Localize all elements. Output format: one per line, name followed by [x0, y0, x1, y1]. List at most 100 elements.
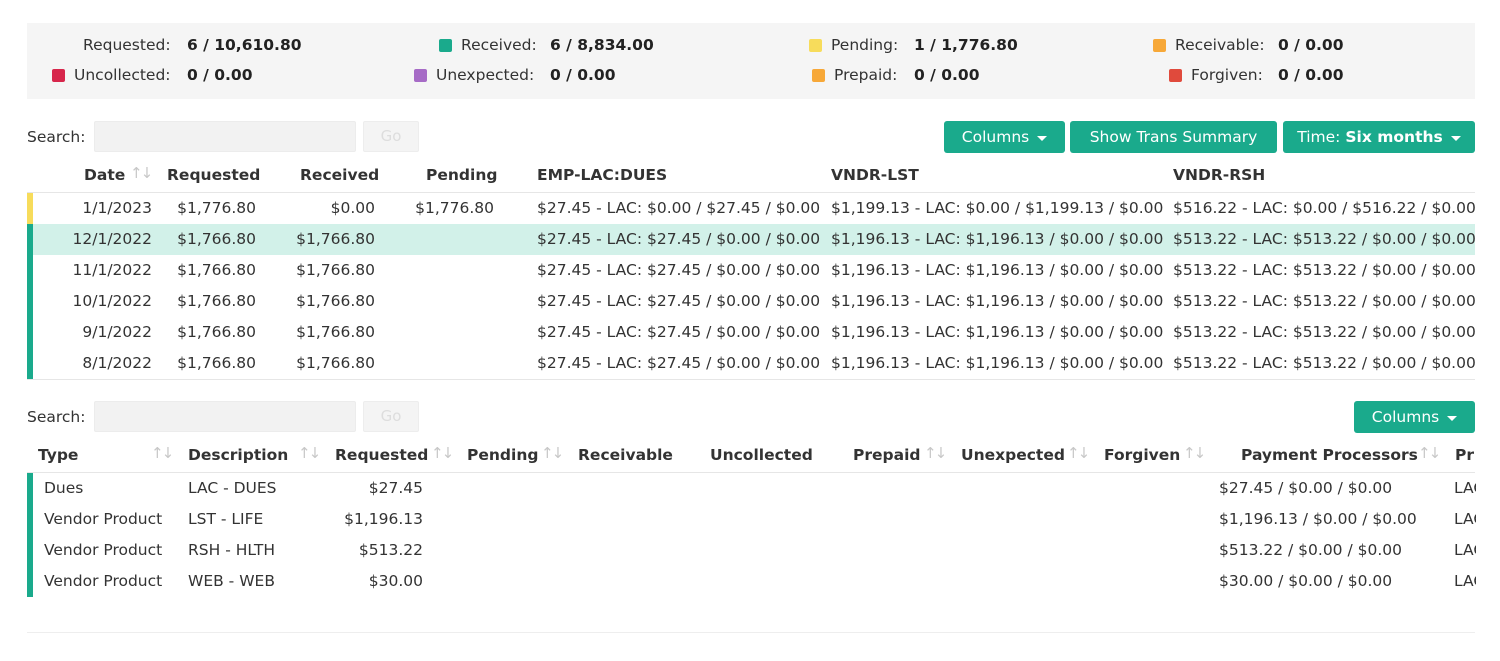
table-row[interactable]: 11/1/2022 $1,766.80 $1,766.80 $27.45 - L…: [27, 255, 1476, 286]
col-header-requested[interactable]: Requested: [335, 446, 428, 464]
cell-vndr-rsh: $513.22 - LAC: $513.22 / $0.00 / $0.00: [1173, 354, 1476, 372]
sort-icon[interactable]: ↑↓: [431, 444, 454, 462]
summary-uncollected: Uncollected:: [52, 66, 171, 84]
show-trans-summary-button[interactable]: Show Trans Summary: [1070, 121, 1277, 153]
caret-down-icon: [1037, 135, 1048, 141]
sort-icon[interactable]: ↑↓: [1067, 444, 1090, 462]
table-row[interactable]: Vendor Product LST - LIFE $1,196.13 $1,1…: [27, 504, 1476, 535]
cell-requested: $1,196.13: [344, 510, 423, 528]
summary-pending-label: Pending:: [831, 36, 899, 54]
cell-emp-lac-dues: $27.45 - LAC: $27.45 / $0.00 / $0.00: [537, 354, 821, 372]
cell-payment-processors: $1,196.13 / $0.00 / $0.00: [1219, 510, 1417, 528]
sort-icon[interactable]: ↑↓: [151, 444, 174, 462]
caret-down-icon: [1450, 135, 1461, 141]
sort-icon[interactable]: ↑↓: [1418, 444, 1441, 462]
summary-prepaid-label: Prepaid:: [834, 66, 898, 84]
col-header-receivable[interactable]: Receivable: [578, 446, 673, 464]
bottom-columns-button[interactable]: Columns: [1354, 401, 1475, 433]
col-header-received[interactable]: Received: [300, 166, 379, 184]
unexpected-swatch-icon: [414, 68, 427, 82]
summary-receivable-value: 0 / 0.00: [1278, 36, 1344, 54]
top-search-label: Search:: [27, 128, 86, 146]
col-header-type[interactable]: Type: [38, 446, 78, 464]
col-header-unexpected[interactable]: Unexpected: [961, 446, 1065, 464]
col-header-uncollected[interactable]: Uncollected: [710, 446, 813, 464]
col-header-date[interactable]: Date: [84, 166, 125, 184]
cell-payment-processors: $27.45 / $0.00 / $0.00: [1219, 479, 1393, 497]
bottom-go-button[interactable]: Go: [363, 401, 419, 432]
cell-vndr-rsh: $513.22 - LAC: $513.22 / $0.00 / $0.00: [1173, 261, 1476, 279]
table-row[interactable]: 9/1/2022 $1,766.80 $1,766.80 $27.45 - LA…: [27, 317, 1476, 348]
table-row[interactable]: 1/1/2023 $1,776.80 $0.00 $1,776.80 $27.4…: [27, 193, 1476, 224]
col-header-vndr-rsh[interactable]: VNDR-RSH: [1173, 166, 1265, 184]
uncollected-swatch-icon: [52, 68, 65, 82]
table-row[interactable]: 10/1/2022 $1,766.80 $1,766.80 $27.45 - L…: [27, 286, 1476, 317]
top-go-button[interactable]: Go: [363, 121, 419, 152]
summary-requested-label: Requested:: [83, 36, 171, 54]
cell-date: 12/1/2022: [72, 230, 152, 248]
row-status-bar: [27, 255, 33, 286]
cell-vndr-lst: $1,196.13 - LAC: $1,196.13 / $0.00 / $0.…: [831, 292, 1164, 310]
cell-requested: $1,766.80: [177, 230, 256, 248]
caret-down-icon: [1447, 415, 1458, 421]
sort-icon[interactable]: ↑↓: [1183, 444, 1206, 462]
top-columns-label: Columns: [961, 128, 1030, 146]
cell-vndr-rsh: $513.22 - LAC: $513.22 / $0.00 / $0.00: [1173, 292, 1476, 310]
cell-pr: LAC: [1454, 541, 1476, 559]
col-header-pending[interactable]: Pending: [467, 446, 538, 464]
table-row[interactable]: Vendor Product WEB - WEB $30.00 $30.00 /…: [27, 566, 1476, 597]
table-row[interactable]: 12/1/2022 $1,766.80 $1,766.80 $27.45 - L…: [27, 224, 1476, 255]
summary-received-label: Received:: [461, 36, 537, 54]
summary-receivable-label: Receivable:: [1175, 36, 1265, 54]
time-label: Time:: [1297, 128, 1341, 146]
col-header-requested[interactable]: Requested: [167, 166, 260, 184]
cell-requested: $1,766.80: [177, 292, 256, 310]
sort-icon[interactable]: ↑↓: [541, 444, 564, 462]
col-header-pr[interactable]: Pr: [1455, 446, 1475, 464]
col-header-forgiven[interactable]: Forgiven: [1104, 446, 1180, 464]
cell-requested: $513.22: [358, 541, 423, 559]
col-header-prepaid[interactable]: Prepaid: [853, 446, 920, 464]
top-columns-button[interactable]: Columns: [944, 121, 1065, 153]
top-search-input[interactable]: [94, 121, 356, 152]
cell-emp-lac-dues: $27.45 - LAC: $27.45 / $0.00 / $0.00: [537, 323, 821, 341]
row-status-bar: [27, 317, 33, 348]
summary-unexpected: Unexpected:: [414, 66, 534, 84]
col-header-vndr-lst[interactable]: VNDR-LST: [831, 166, 919, 184]
cell-date: 11/1/2022: [72, 261, 152, 279]
top-table-bottom-divider: [27, 379, 1475, 380]
table-row[interactable]: 8/1/2022 $1,766.80 $1,766.80 $27.45 - LA…: [27, 348, 1476, 379]
col-header-pending[interactable]: Pending: [426, 166, 497, 184]
pending-swatch-icon: [809, 38, 822, 52]
cell-vndr-rsh: $516.22 - LAC: $0.00 / $516.22 / $0.00: [1173, 199, 1476, 217]
cell-requested: $1,766.80: [177, 354, 256, 372]
sort-icon[interactable]: ↑↓: [924, 444, 947, 462]
sort-icon[interactable]: ↑↓: [298, 444, 321, 462]
cell-description: LST - LIFE: [188, 510, 264, 528]
cell-date: 9/1/2022: [82, 323, 152, 341]
cell-description: WEB - WEB: [188, 572, 275, 590]
time-range-button[interactable]: Time: Six months: [1283, 121, 1475, 153]
summary-forgiven-value: 0 / 0.00: [1278, 66, 1344, 84]
bottom-search-input[interactable]: [94, 401, 356, 432]
table-row[interactable]: Vendor Product RSH - HLTH $513.22 $513.2…: [27, 535, 1476, 566]
receivable-swatch-icon: [1153, 38, 1166, 52]
col-header-emp-lac-dues[interactable]: EMP-LAC:DUES: [537, 166, 667, 184]
cell-type: Vendor Product: [44, 572, 163, 590]
table-row[interactable]: Dues LAC - DUES $27.45 $27.45 / $0.00 / …: [27, 473, 1476, 504]
cell-vndr-lst: $1,199.13 - LAC: $0.00 / $1,199.13 / $0.…: [831, 199, 1164, 217]
forgiven-swatch-icon: [1169, 68, 1182, 82]
row-status-bar: [27, 348, 33, 379]
row-status-bar: [27, 193, 33, 224]
sort-icon[interactable]: ↑↓: [130, 164, 153, 182]
cell-pr: LAC: [1454, 572, 1476, 590]
time-value: Six months: [1345, 128, 1443, 146]
col-header-description[interactable]: Description: [188, 446, 288, 464]
received-swatch-icon: [439, 38, 452, 52]
footer-divider: [27, 632, 1475, 633]
col-header-payment-processors[interactable]: Payment Processors: [1241, 446, 1418, 464]
cell-requested: $1,766.80: [177, 323, 256, 341]
cell-vndr-rsh: $513.22 - LAC: $513.22 / $0.00 / $0.00: [1173, 323, 1476, 341]
summary-unexpected-label: Unexpected:: [436, 66, 535, 84]
summary-prepaid: Prepaid:: [812, 66, 897, 84]
